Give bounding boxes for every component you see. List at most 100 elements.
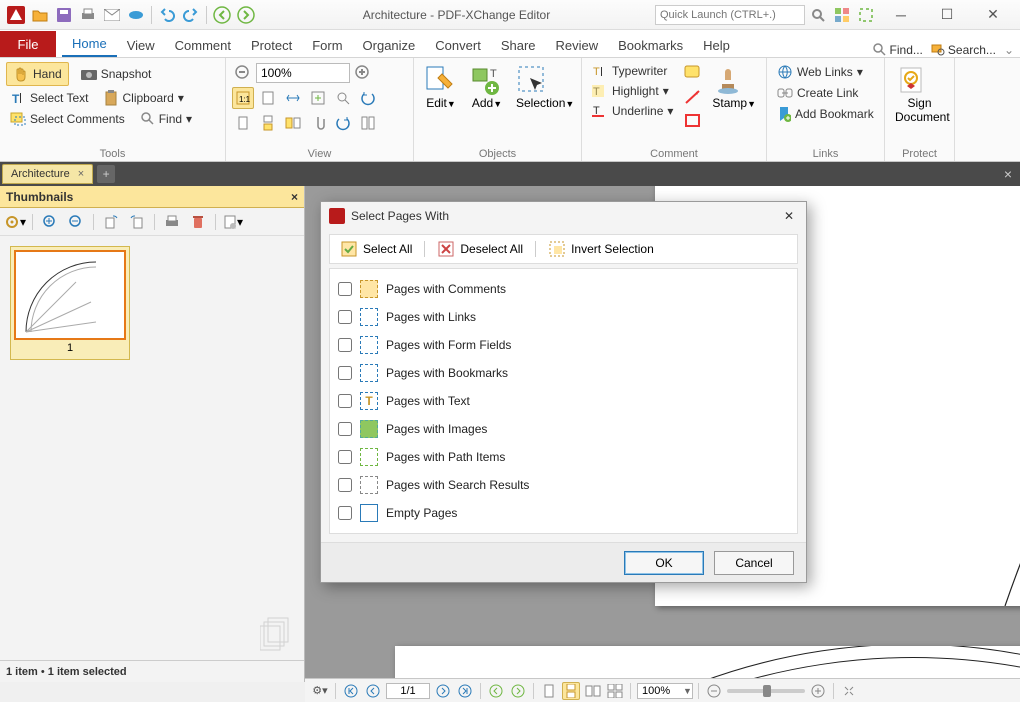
properties-thumb-icon[interactable]: ▾ — [222, 211, 244, 233]
sign-document-button[interactable]: Sign Document — [891, 62, 948, 159]
selection-button[interactable]: Selection▼ — [512, 62, 575, 159]
fullscreen-icon[interactable] — [857, 6, 875, 24]
layout-two-icon[interactable] — [584, 682, 602, 700]
zoom-in-icon[interactable] — [352, 62, 374, 84]
fit-visible-icon[interactable] — [307, 87, 329, 109]
page-layouts-icon[interactable] — [357, 112, 379, 134]
invert-selection-button[interactable]: Invert Selection — [544, 238, 658, 260]
select-all-button[interactable]: Select All — [336, 238, 416, 260]
checkbox[interactable] — [338, 310, 352, 324]
edit-button[interactable]: Edit▼ — [420, 62, 462, 159]
checkbox[interactable] — [338, 478, 352, 492]
page-number-input[interactable] — [386, 683, 430, 699]
checkbox[interactable] — [338, 338, 352, 352]
ok-button[interactable]: OK — [624, 551, 704, 575]
search-button[interactable]: Search... — [931, 43, 996, 57]
two-pages-icon[interactable] — [282, 112, 304, 134]
new-tab-button[interactable]: + — [97, 165, 115, 183]
item-search[interactable]: Pages with Search Results — [338, 471, 789, 499]
checkbox[interactable] — [338, 506, 352, 520]
clipboard-button[interactable]: Clipboard ▾ — [100, 88, 187, 108]
zoom-in-thumb-icon[interactable] — [39, 211, 61, 233]
tab-convert[interactable]: Convert — [425, 34, 491, 57]
prev-view-icon[interactable] — [487, 682, 505, 700]
cancel-button[interactable]: Cancel — [714, 551, 794, 575]
rotate-cw-icon[interactable] — [332, 112, 354, 134]
quick-launch-input[interactable] — [655, 5, 805, 25]
options-icon[interactable]: ▾ — [4, 211, 26, 233]
single-page-icon[interactable] — [232, 112, 254, 134]
actual-size-icon[interactable]: 1:1 — [232, 87, 254, 109]
line-arrow-icon[interactable] — [682, 86, 704, 108]
file-tab[interactable]: File — [0, 31, 56, 57]
save-icon[interactable] — [55, 6, 73, 24]
redo-icon[interactable] — [182, 6, 200, 24]
zoom-out-bb-icon[interactable] — [705, 682, 723, 700]
rotate-ccw-icon[interactable] — [357, 87, 379, 109]
options-bb-icon[interactable]: ⚙▾ — [311, 682, 329, 700]
sticky-note-icon[interactable] — [682, 62, 704, 84]
prev-page-icon[interactable] — [364, 682, 382, 700]
checkbox[interactable] — [338, 422, 352, 436]
doctab-architecture[interactable]: Architecture × — [2, 164, 93, 184]
last-page-icon[interactable] — [456, 682, 474, 700]
ribbon-collapse-icon[interactable]: ⌄ — [1004, 43, 1014, 57]
zoom-out-thumb-icon[interactable] — [65, 211, 87, 233]
minimize-button[interactable]: ─ — [878, 0, 924, 30]
tab-help[interactable]: Help — [693, 34, 740, 57]
dialog-close-icon[interactable]: ✕ — [780, 207, 798, 225]
delete-thumb-icon[interactable] — [187, 211, 209, 233]
checkbox[interactable] — [338, 394, 352, 408]
rectangle-icon[interactable] — [682, 110, 704, 132]
rotate-right-thumb-icon[interactable] — [126, 211, 148, 233]
forward-icon[interactable] — [237, 6, 255, 24]
layout-single-icon[interactable] — [540, 682, 558, 700]
item-empty[interactable]: Empty Pages — [338, 499, 789, 527]
web-links-button[interactable]: Web Links ▾ — [773, 62, 878, 82]
open-icon[interactable] — [31, 6, 49, 24]
zoom-out-icon[interactable] — [232, 62, 254, 84]
item-text[interactable]: TPages with Text — [338, 387, 789, 415]
select-comments-button[interactable]: Select Comments — [6, 110, 129, 128]
hand-tool[interactable]: Hand — [6, 62, 69, 86]
continuous-icon[interactable] — [257, 112, 279, 134]
snapshot-button[interactable]: Snapshot — [77, 65, 156, 83]
tab-organize[interactable]: Organize — [353, 34, 426, 57]
select-text-button[interactable]: TSelect Text — [6, 89, 92, 107]
next-page-icon[interactable] — [434, 682, 452, 700]
close-tab-icon[interactable]: × — [78, 168, 84, 180]
scan-icon[interactable] — [127, 6, 145, 24]
doctabs-close-icon[interactable]: × — [996, 166, 1020, 182]
print-icon[interactable] — [79, 6, 97, 24]
item-comments[interactable]: Pages with Comments — [338, 275, 789, 303]
checkbox[interactable] — [338, 450, 352, 464]
tab-home[interactable]: Home — [62, 32, 117, 57]
find-tool-button[interactable]: Find ▾ — [137, 110, 196, 128]
zoom-value-input[interactable] — [256, 63, 350, 83]
underline-button[interactable]: TUnderline▾ — [588, 102, 678, 120]
print-thumb-icon[interactable] — [161, 211, 183, 233]
tab-comment[interactable]: Comment — [165, 34, 241, 57]
typewriter-button[interactable]: TTypewriter — [588, 62, 678, 80]
first-page-icon[interactable] — [342, 682, 360, 700]
fit-width-icon[interactable] — [282, 87, 304, 109]
tab-share[interactable]: Share — [491, 34, 546, 57]
item-links[interactable]: Pages with Links — [338, 303, 789, 331]
zoom-selection-icon[interactable] — [332, 87, 354, 109]
fit-content-bb-icon[interactable] — [840, 682, 858, 700]
deselect-all-button[interactable]: Deselect All — [433, 238, 527, 260]
highlight-button[interactable]: THighlight▾ — [588, 82, 678, 100]
rotate-left-thumb-icon[interactable] — [100, 211, 122, 233]
attachment-icon[interactable] — [307, 112, 329, 134]
thumbnail-1[interactable]: 1 — [10, 246, 130, 360]
find-button[interactable]: Find... — [873, 43, 923, 57]
item-images[interactable]: Pages with Images — [338, 415, 789, 443]
tab-bookmarks[interactable]: Bookmarks — [608, 34, 693, 57]
tab-view[interactable]: View — [117, 34, 165, 57]
dialog-titlebar[interactable]: Select Pages With ✕ — [321, 202, 806, 230]
zoom-slider[interactable] — [727, 689, 805, 693]
maximize-button[interactable]: ☐ — [924, 0, 970, 30]
close-button[interactable]: ✕ — [970, 0, 1016, 30]
next-view-icon[interactable] — [509, 682, 527, 700]
close-panel-icon[interactable]: × — [291, 190, 298, 204]
